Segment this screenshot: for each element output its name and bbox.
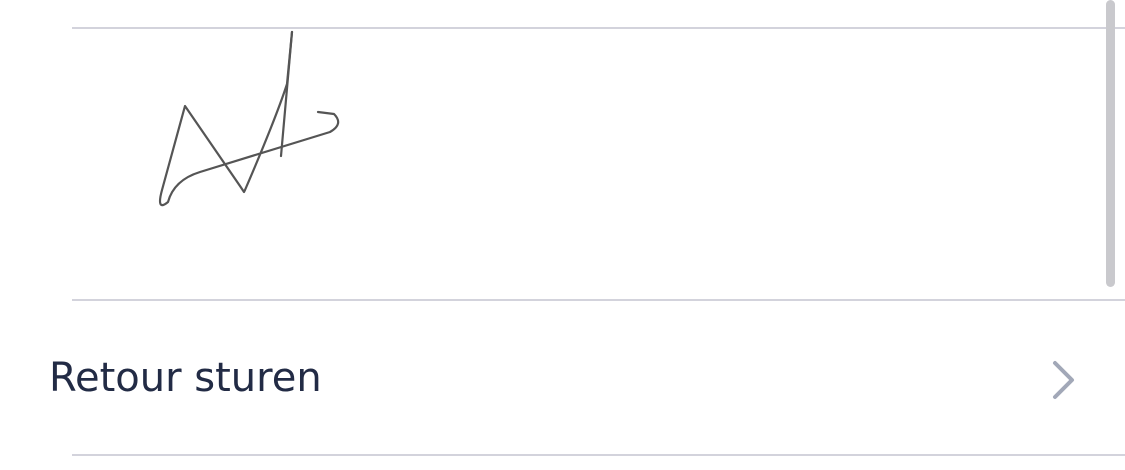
scrollbar[interactable] — [1106, 0, 1115, 287]
return-row[interactable]: Retour sturen — [0, 301, 1125, 454]
signature-drawing — [158, 30, 340, 207]
bottom-divider — [72, 454, 1125, 456]
return-label: Retour sturen — [49, 355, 322, 401]
signature-canvas[interactable] — [72, 29, 1125, 299]
chevron-right-icon — [1050, 359, 1078, 405]
